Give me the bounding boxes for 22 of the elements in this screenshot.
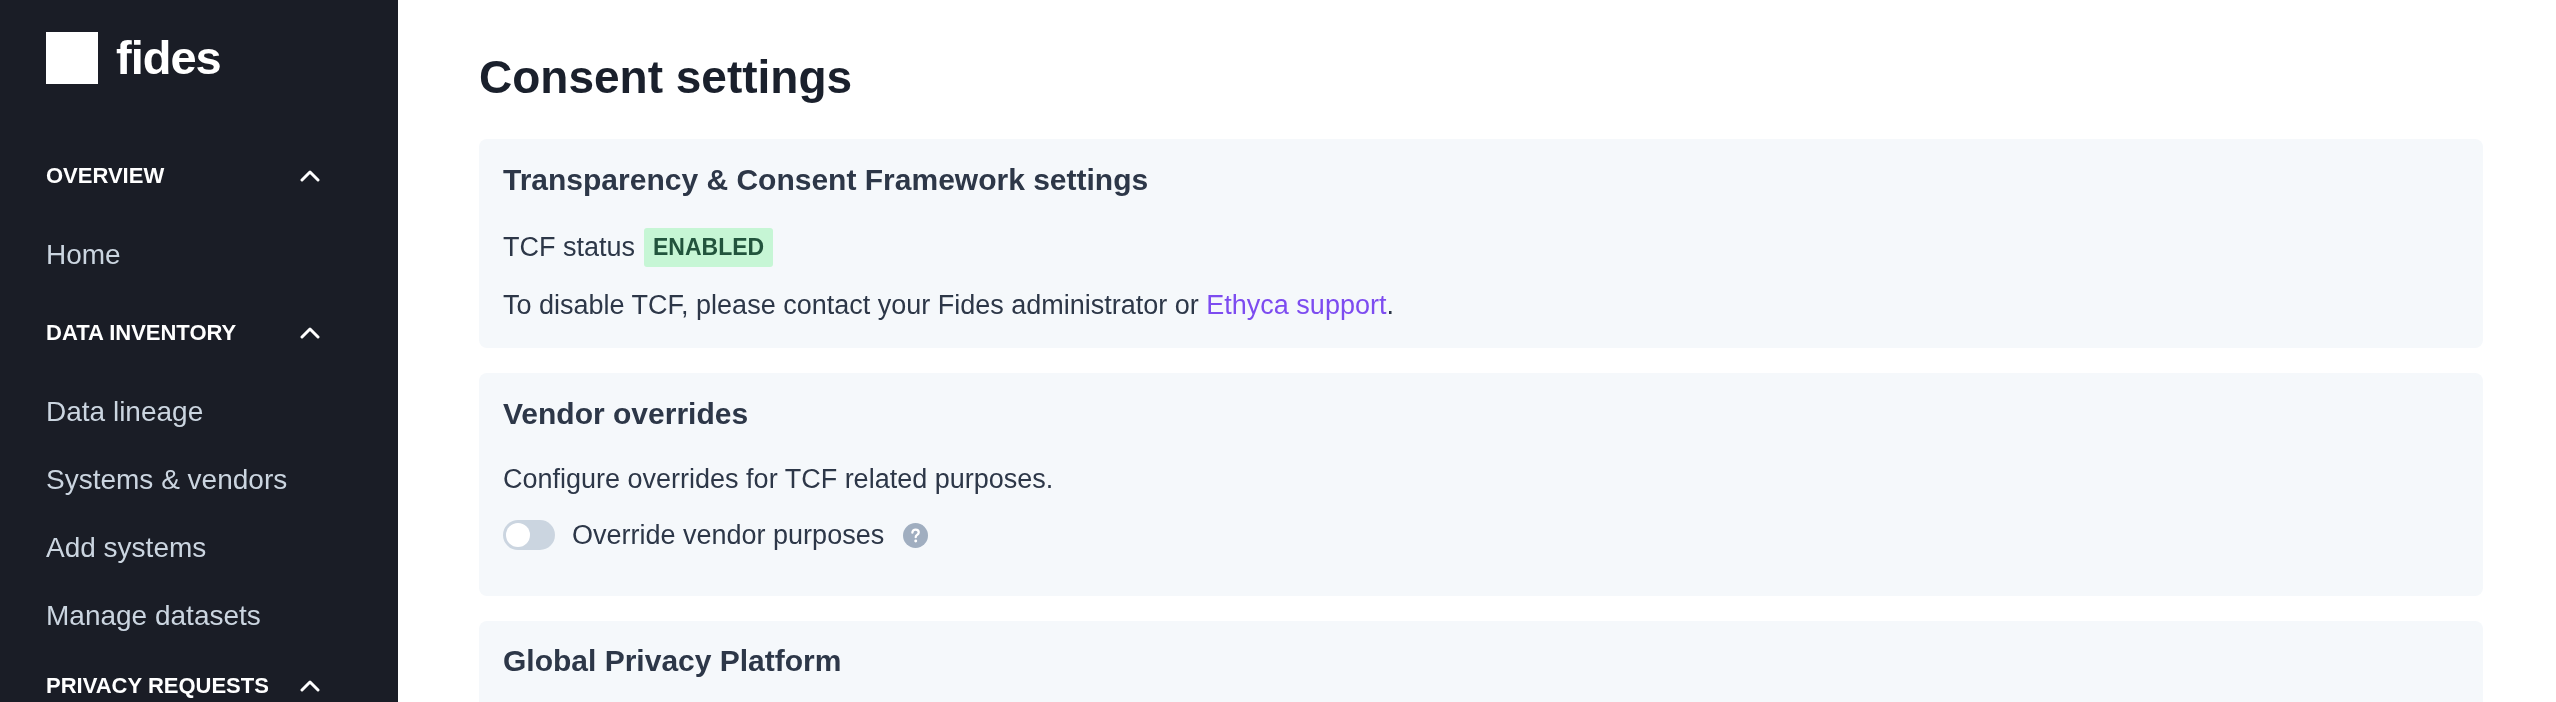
toggle-switch[interactable] (503, 520, 555, 550)
nav-link[interactable]: Manage datasets (46, 596, 261, 636)
card-title: Transparency & Consent Framework settings (503, 162, 1150, 198)
status-label: TCF status (503, 232, 636, 263)
section-header[interactable]: DATA INVENTORY (46, 313, 320, 353)
support-link[interactable]: Ethyca support (1206, 290, 1387, 320)
square-logo-icon (46, 32, 98, 84)
toggle-label: Override vendor purposes (572, 519, 885, 551)
card-title: Vendor overrides (503, 396, 750, 432)
section-header[interactable]: PRIVACY REQUESTS (46, 666, 320, 702)
nav-link[interactable]: Home (46, 235, 121, 275)
status-badge: ENABLED (644, 228, 774, 267)
section-header[interactable]: OVERVIEW (46, 156, 320, 196)
card-title: Global Privacy Platform (503, 643, 843, 679)
page-title: Consent settings (479, 50, 854, 105)
logo-text: fides (116, 32, 221, 84)
nav-link[interactable]: Systems & vendors (46, 460, 288, 500)
nav-link[interactable]: Data lineage (46, 392, 204, 432)
description-text: Configure overrides for TCF related purposes. (503, 463, 1055, 496)
nav-link[interactable]: Add systems (46, 528, 207, 568)
description-text: To disable TCF, please contact your Fides administrator or Ethyca support. (503, 289, 1395, 322)
help-icon[interactable] (903, 522, 929, 548)
